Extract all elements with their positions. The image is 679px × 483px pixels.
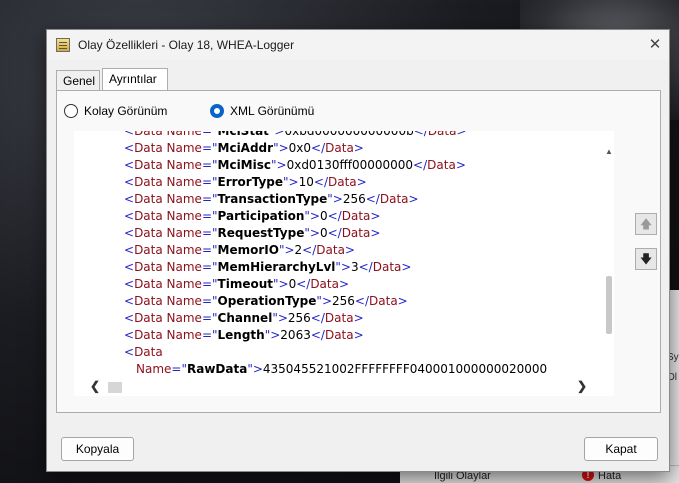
xml-view-radio[interactable]: XML Görünümü bbox=[210, 104, 314, 118]
xml-content-view[interactable]: <Data Name="MciStat">0xbd000000000000b</… bbox=[74, 131, 604, 379]
arrow-down-icon: 🡇 bbox=[639, 252, 653, 266]
horizontal-scroll-thumb[interactable] bbox=[108, 382, 122, 393]
xml-data-line: <Data Name="MemHierarchyLvl">3</Data> bbox=[124, 260, 412, 274]
vertical-scroll-thumb[interactable] bbox=[606, 276, 612, 334]
arrow-up-icon: 🡅 bbox=[639, 217, 653, 231]
xml-data-line: <Data Name="Channel">256</Data> bbox=[124, 311, 364, 325]
next-event-button[interactable]: 🡇 bbox=[635, 248, 657, 270]
xml-data-line: <Data Name="MemorIO">2</Data> bbox=[124, 243, 355, 257]
tab-details[interactable]: Ayrıntılar bbox=[102, 68, 168, 91]
xml-data-line: <Data Name="Length">2063</Data> bbox=[124, 328, 364, 342]
vertical-scrollbar[interactable]: ▲ bbox=[604, 131, 614, 379]
xml-view-label: XML Görünümü bbox=[230, 104, 315, 118]
horizontal-scrollbar[interactable]: ❮ ❯ bbox=[74, 379, 614, 396]
xml-data-line: <Data Name="MciStat">0xbd000000000000b</… bbox=[124, 131, 467, 138]
xml-data-line: <Data Name="ErrorType">10</Data> bbox=[124, 175, 367, 189]
scroll-right-icon[interactable]: ❯ bbox=[577, 379, 587, 393]
easy-view-radio[interactable]: Kolay Görünüm bbox=[64, 104, 167, 118]
scroll-up-icon[interactable]: ▲ bbox=[604, 147, 614, 156]
xml-data-line: <Data Name="MciAddr">0x0</Data> bbox=[124, 141, 364, 155]
scroll-left-icon[interactable]: ❮ bbox=[90, 379, 100, 393]
xml-data-line: <Data Name="Participation">0</Data> bbox=[124, 209, 381, 223]
title-bar: Olay Özellikleri - Olay 18, WHEA-Logger … bbox=[47, 30, 669, 60]
xml-data-line: <Data Name="OperationType">256</Data> bbox=[124, 294, 408, 308]
xml-rawdata-line: Name="RawData">435045521002FFFFFFFF04000… bbox=[136, 362, 548, 376]
dialog-title: Olay Özellikleri - Olay 18, WHEA-Logger bbox=[78, 38, 295, 52]
radio-unselected-icon bbox=[64, 104, 78, 118]
xml-data-line: <Data Name="TransactionType">256</Data> bbox=[124, 192, 419, 206]
close-icon[interactable]: ✕ bbox=[645, 35, 665, 55]
xml-data-line: <Data Name="MciMisc">0xd0130fff00000000<… bbox=[124, 158, 466, 172]
event-viewer-icon bbox=[56, 38, 70, 52]
close-button[interactable]: Kapat bbox=[584, 437, 658, 461]
tab-general[interactable]: Genel bbox=[56, 70, 100, 90]
radio-selected-icon bbox=[210, 104, 224, 118]
easy-view-label: Kolay Görünüm bbox=[84, 104, 168, 118]
xml-data-line: <Data Name="Timeout">0</Data> bbox=[124, 277, 350, 291]
xml-rawdata-open-line: <Data bbox=[124, 345, 163, 359]
xml-data-line: <Data Name="RequestType">0</Data> bbox=[124, 226, 381, 240]
previous-event-button[interactable]: 🡅 bbox=[635, 213, 657, 235]
event-properties-dialog: Olay Özellikleri - Olay 18, WHEA-Logger … bbox=[46, 29, 670, 472]
copy-button[interactable]: Kopyala bbox=[61, 437, 134, 461]
